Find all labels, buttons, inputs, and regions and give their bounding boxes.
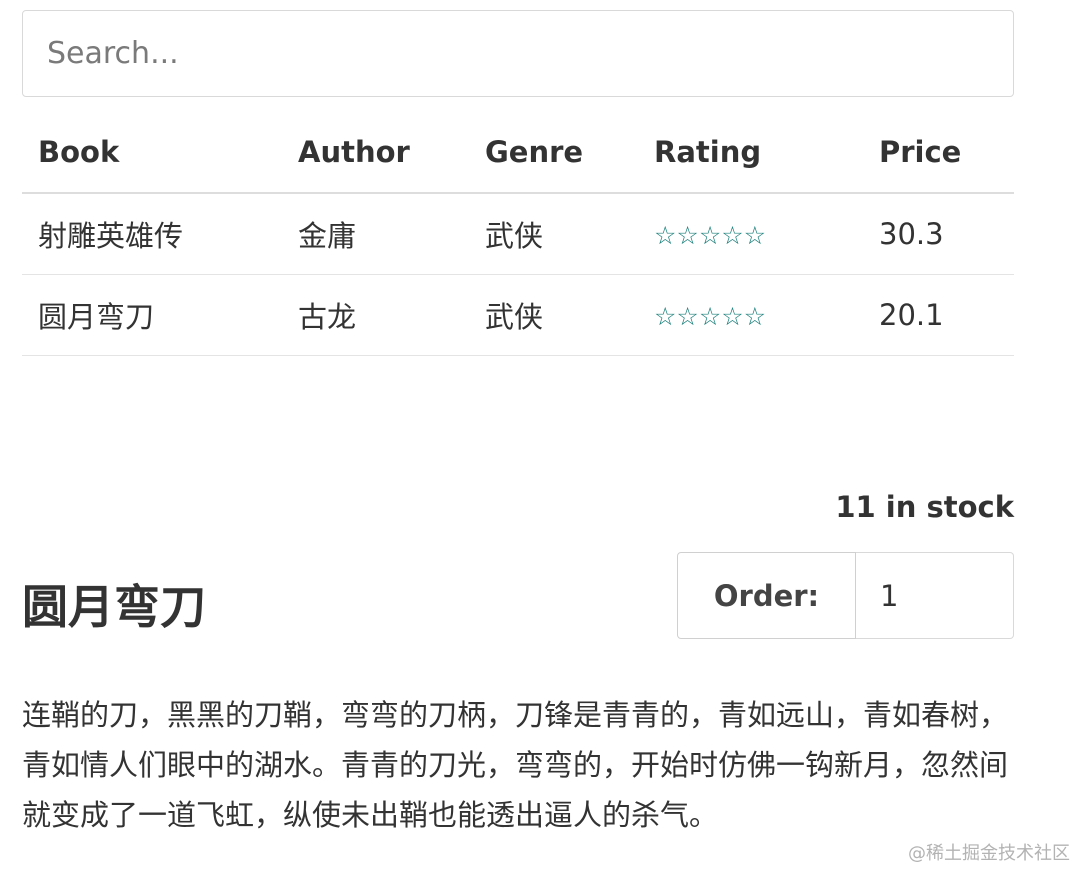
column-header-book[interactable]: Book xyxy=(22,112,282,194)
rating-cell: ☆☆☆☆☆ xyxy=(638,274,863,356)
order-quantity-input[interactable] xyxy=(856,552,1014,639)
book-description: 连鞘的刀，黑黑的刀鞘，弯弯的刀柄，刀锋是青青的，青如远山，青如春树，青如情人们眼… xyxy=(22,698,1009,832)
books-table: Book Author Genre Rating Price 射雕英雄传 金庸 … xyxy=(22,112,1014,356)
book-title: 圆月弯刀 xyxy=(22,580,206,634)
genre-cell: 武侠 xyxy=(469,274,638,356)
column-header-author[interactable]: Author xyxy=(282,112,469,194)
column-header-rating[interactable]: Rating xyxy=(638,112,863,194)
column-header-price[interactable]: Price xyxy=(863,112,1014,194)
author-cell: 金庸 xyxy=(282,193,469,275)
book-cell: 射雕英雄传 xyxy=(22,193,282,275)
rating-cell: ☆☆☆☆☆ xyxy=(638,193,863,275)
star-rating-icons: ☆☆☆☆☆ xyxy=(654,301,767,331)
star-rating-icons: ☆☆☆☆☆ xyxy=(654,220,767,250)
genre-cell: 武侠 xyxy=(469,193,638,275)
search-input[interactable] xyxy=(22,10,1014,97)
watermark: @稀土掘金技术社区 xyxy=(908,843,1070,864)
order-control: Order: xyxy=(677,552,1014,639)
book-cell: 圆月弯刀 xyxy=(22,274,282,356)
stock-status: 11 in stock xyxy=(835,490,1014,524)
table-header-row: Book Author Genre Rating Price xyxy=(22,112,1014,194)
order-label: Order: xyxy=(677,552,856,639)
table-row[interactable]: 射雕英雄传 金庸 武侠 ☆☆☆☆☆ 30.3 xyxy=(22,193,1014,275)
price-cell: 30.3 xyxy=(863,193,1014,275)
table-row[interactable]: 圆月弯刀 古龙 武侠 ☆☆☆☆☆ 20.1 xyxy=(22,274,1014,356)
column-header-genre[interactable]: Genre xyxy=(469,112,638,194)
author-cell: 古龙 xyxy=(282,274,469,356)
price-cell: 20.1 xyxy=(863,274,1014,356)
